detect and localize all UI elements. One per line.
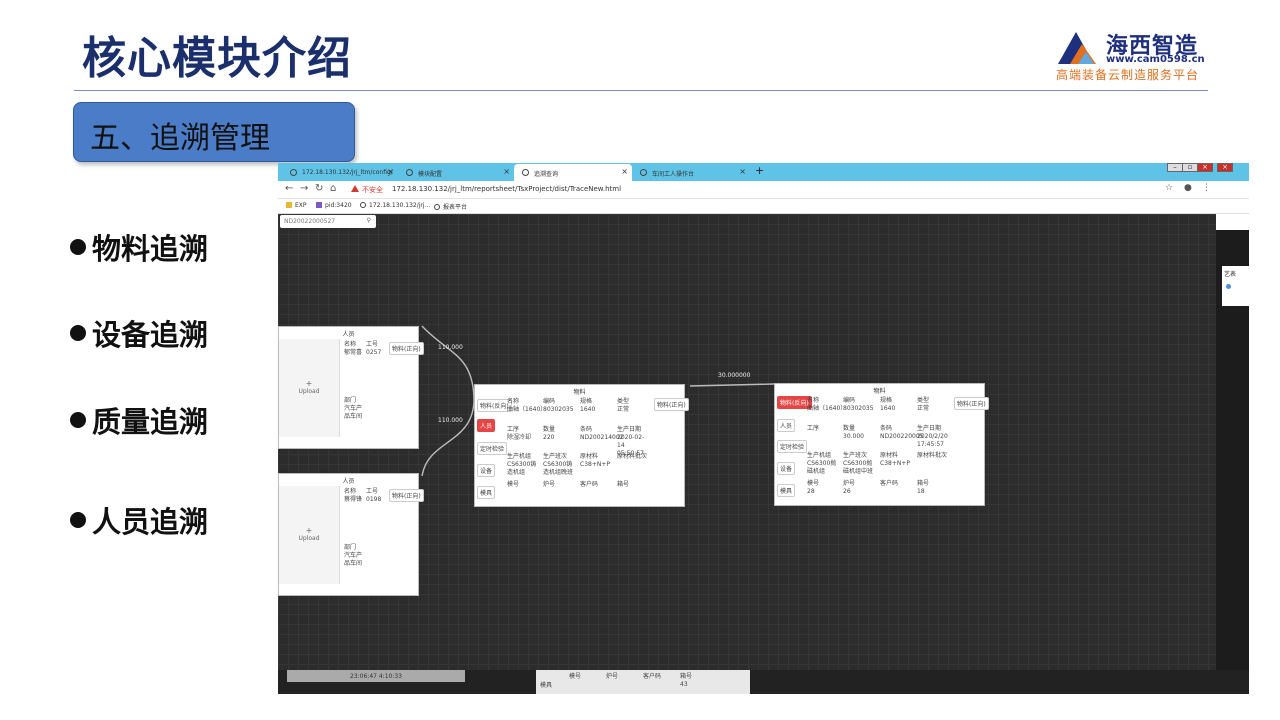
logo-tagline: 高端装备云制造服务平台 [1056, 68, 1200, 82]
personnel-button[interactable]: 人员 [477, 419, 496, 432]
bookmark-report[interactable]: 报表平台 [434, 202, 467, 211]
title-divider [74, 90, 1208, 91]
tab-module-config[interactable]: 模块配置 × [398, 164, 514, 181]
company-logo: 海西智造 www.cam0598.cn 高端装备云制造服务平台 [1056, 28, 1206, 84]
menu-icon[interactable]: ⋮ [1202, 183, 1211, 193]
tab-workshop-console[interactable]: 车间工人操作台 × [632, 164, 750, 181]
bookmark-exp[interactable]: EXP [286, 202, 307, 209]
section-heading: 五、追溯管理 [90, 121, 270, 156]
background-window-strip: 23:06:47 4:10:33 模具 模号 炉号 客户码 箱号 43 [278, 670, 1249, 694]
edge-label: 30.000000 [718, 372, 751, 379]
back-icon[interactable]: ← [285, 183, 293, 194]
new-tab-button[interactable]: + [755, 164, 764, 177]
bullet-material-trace: 物料追溯 [70, 226, 208, 268]
address-bar[interactable]: 172.18.130.132/jrj_ltm/reportsheet/TsxPr… [392, 185, 621, 193]
tab-label: 172.18.130.132/jrj_ltm/config/ [302, 169, 393, 176]
upload-area[interactable]: + Upload [279, 339, 340, 437]
tab-label: 模块配置 [418, 171, 443, 178]
globe-icon [290, 169, 297, 176]
globe-icon [434, 204, 440, 210]
equipment-button[interactable]: 设备 [777, 462, 796, 475]
close-icon[interactable]: × [739, 167, 746, 176]
tab-trace-query[interactable]: 追溯查询 × [514, 164, 632, 181]
info-dot-icon [1226, 284, 1231, 289]
bookmarks-bar: EXP pid:3420 172.18.130.132/jrj... 报表平台 [278, 199, 1249, 214]
section-heading-box: 五、追溯管理 [73, 102, 355, 162]
forward-icon[interactable]: → [300, 183, 308, 194]
personnel-button[interactable]: 人员 [777, 419, 796, 432]
globe-icon [360, 202, 366, 208]
bullet-equipment-trace: 设备追溯 [70, 312, 208, 354]
material-forward-button[interactable]: 物料(正向) [389, 489, 424, 502]
edge-label: 110.000 [438, 344, 463, 351]
close-icon[interactable]: × [621, 167, 628, 176]
bullet-quality-trace: 质量追溯 [70, 399, 208, 441]
timestamp-bar: 23:06:47 4:10:33 [287, 670, 465, 682]
browser-toolbar: ← → ↻ ⌂ 不安全 172.18.130.132/jrj_ltm/repor… [278, 181, 1249, 199]
window-close-button-2[interactable]: × [1217, 163, 1233, 172]
logo-mark-icon [1058, 32, 1096, 64]
upload-area[interactable]: + Upload [279, 486, 340, 584]
bookmark-icon [316, 202, 322, 208]
window-close-button[interactable]: × [1197, 163, 1213, 172]
warning-icon [351, 185, 359, 192]
folder-icon [286, 202, 292, 208]
tab-label: 追溯查询 [534, 171, 559, 178]
material-forward-button[interactable]: 物料(正向) [654, 398, 689, 411]
mold-button[interactable]: 模具 [477, 486, 496, 499]
bookmark-ip[interactable]: 172.18.130.132/jrj... [360, 202, 430, 209]
material-node[interactable]: 物料 物料(反向) 人员 定时检验 设备 模具 物料(正向) 名称 编码 规格 … [774, 383, 989, 506]
person-node[interactable]: 人员 + Upload 名称 蔡得锋 工号 0198 物料(正向) 部门 汽车产品… [278, 473, 424, 596]
slide-title: 核心模块介绍 [82, 33, 352, 84]
globe-icon [522, 169, 529, 176]
star-icon[interactable]: ☆ [1165, 183, 1173, 193]
tab-strip: 172.18.130.132/jrj_ltm/config/ × 模块配置 × … [278, 163, 1249, 181]
reload-icon[interactable]: ↻ [315, 183, 323, 194]
minimize-button[interactable]: – [1167, 163, 1183, 172]
trace-graph-canvas[interactable]: ND20022000527 ⚲ 110.000 110.000 30.00000… [278, 214, 1216, 670]
logo-url: www.cam0598.cn [1106, 54, 1205, 65]
timed-inspection-button[interactable]: 定时检验 [477, 442, 508, 455]
right-side-panel: 艺表 [1216, 214, 1249, 694]
material-forward-button[interactable]: 物料(正向) [954, 397, 989, 410]
home-icon[interactable]: ⌂ [330, 183, 336, 194]
tab-config[interactable]: 172.18.130.132/jrj_ltm/config/ × [282, 164, 398, 181]
equipment-button[interactable]: 设备 [477, 464, 496, 477]
insecure-label: 不安全 [362, 186, 383, 194]
account-icon[interactable]: ● [1184, 183, 1192, 193]
edge-label: 110.000 [438, 417, 463, 424]
restore-button[interactable]: ▫ [1182, 163, 1198, 172]
side-panel-card[interactable]: 艺表 [1222, 266, 1249, 306]
material-forward-button[interactable]: 物料(正向) [389, 342, 424, 355]
material-node[interactable]: 物料 物料(反向) 人员 定时检验 设备 模具 物料(正向) 名称 编码 规格 … [474, 384, 689, 507]
close-icon[interactable]: × [503, 167, 510, 176]
timed-inspection-button[interactable]: 定时检验 [777, 440, 808, 453]
slide: 核心模块介绍 海西智造 www.cam0598.cn 高端装备云制造服务平台 五… [0, 0, 1280, 720]
mold-button[interactable]: 模具 [777, 484, 796, 497]
background-card: 模具 模号 炉号 客户码 箱号 43 [536, 670, 750, 694]
browser-window: 172.18.130.132/jrj_ltm/config/ × 模块配置 × … [278, 163, 1249, 694]
close-icon[interactable]: × [387, 167, 394, 176]
person-node[interactable]: 人员 + Upload 名称 郁常喜 工号 0257 物料(正向) 部门 汽车产品… [278, 326, 424, 449]
bullet-personnel-trace: 人员追溯 [70, 499, 208, 541]
globe-icon [640, 169, 647, 176]
tab-label: 车间工人操作台 [652, 171, 695, 178]
bookmark-pid[interactable]: pid:3420 [316, 202, 352, 209]
globe-icon [406, 169, 413, 176]
